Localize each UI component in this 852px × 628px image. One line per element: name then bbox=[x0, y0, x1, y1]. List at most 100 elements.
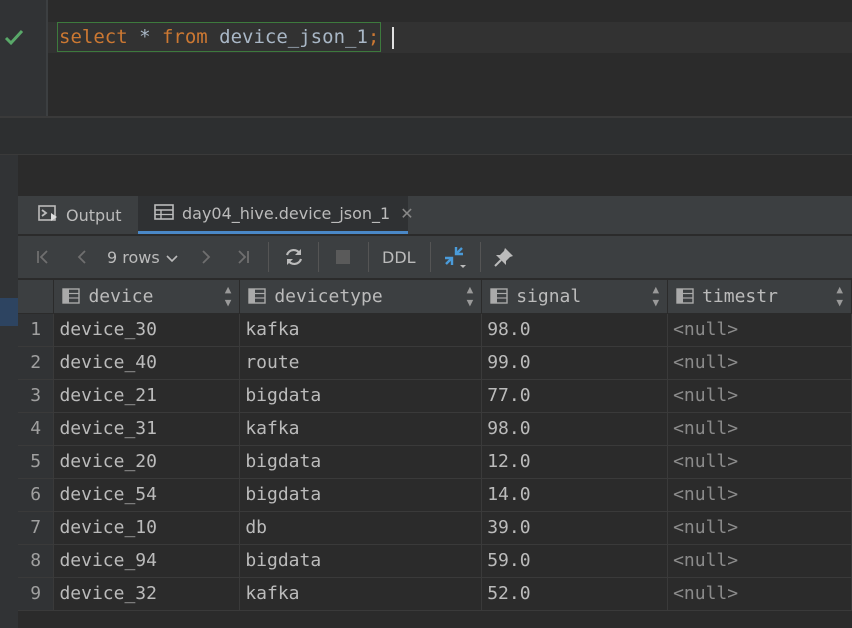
cell-timestr[interactable]: <null> bbox=[667, 346, 852, 380]
toolbar-divider bbox=[318, 242, 319, 272]
table-row[interactable]: 5 device_20 bigdata 12.0 <null> bbox=[18, 445, 852, 479]
stop-icon[interactable] bbox=[330, 240, 356, 274]
table-row[interactable]: 3 device_21 bigdata 77.0 <null> bbox=[18, 379, 852, 413]
cell-devicetype[interactable]: kafka bbox=[239, 313, 483, 347]
cell-device[interactable]: device_20 bbox=[53, 445, 241, 479]
compare-icon[interactable] bbox=[441, 240, 469, 274]
cell-timestr[interactable]: <null> bbox=[667, 478, 852, 512]
cell-timestr[interactable]: <null> bbox=[667, 445, 852, 479]
row-number[interactable]: 7 bbox=[18, 511, 55, 545]
cell-devicetype[interactable]: db bbox=[239, 511, 483, 545]
column-icon bbox=[676, 288, 694, 304]
column-icon bbox=[248, 288, 267, 304]
column-icon bbox=[490, 288, 508, 304]
last-page-icon[interactable] bbox=[230, 240, 256, 274]
cell-timestr[interactable]: <null> bbox=[667, 511, 852, 545]
row-number[interactable]: 9 bbox=[18, 577, 55, 611]
cell-device[interactable]: device_10 bbox=[53, 511, 241, 545]
ddl-button[interactable]: DDL bbox=[382, 240, 416, 274]
cell-signal[interactable]: 59.0 bbox=[481, 544, 669, 578]
cell-signal[interactable]: 14.0 bbox=[481, 478, 669, 512]
row-count-dropdown[interactable]: 9 rows bbox=[107, 240, 178, 274]
previous-page-icon[interactable] bbox=[70, 240, 94, 274]
cell-signal[interactable]: 77.0 bbox=[481, 379, 669, 413]
close-icon[interactable]: ✕ bbox=[400, 204, 413, 223]
editor-gutter bbox=[0, 0, 46, 116]
cell-devicetype[interactable]: bigdata bbox=[239, 544, 483, 578]
column-header-devicetype[interactable]: devicetype ▲ ▼ bbox=[239, 280, 483, 314]
table-row[interactable]: 9 device_32 kafka 52.0 <null> bbox=[18, 577, 852, 611]
left-strip-marker bbox=[0, 298, 18, 326]
cell-signal[interactable]: 52.0 bbox=[481, 577, 669, 611]
row-number[interactable]: 1 bbox=[18, 313, 55, 347]
cell-devicetype[interactable]: bigdata bbox=[239, 445, 483, 479]
sql-query-text[interactable]: select * from device_json_1; bbox=[57, 22, 382, 52]
row-number[interactable]: 3 bbox=[18, 379, 55, 413]
column-header-device[interactable]: device ▲ ▼ bbox=[53, 280, 241, 314]
table-row[interactable]: 7 device_10 db 39.0 <null> bbox=[18, 511, 852, 545]
next-page-icon[interactable] bbox=[194, 240, 218, 274]
table-row[interactable]: 4 device_31 kafka 98.0 <null> bbox=[18, 412, 852, 446]
tab-result-table[interactable]: day04_hive.device_json_1 ✕ bbox=[138, 196, 414, 234]
column-header-label: signal bbox=[516, 285, 582, 307]
sort-icon[interactable]: ▲ ▼ bbox=[652, 283, 659, 309]
first-page-icon[interactable] bbox=[30, 240, 56, 274]
keyword-select: select bbox=[59, 26, 128, 48]
cell-device[interactable]: device_30 bbox=[53, 313, 241, 347]
text-cursor bbox=[392, 27, 394, 49]
pin-icon[interactable] bbox=[490, 240, 518, 274]
cell-devicetype[interactable]: kafka bbox=[239, 412, 483, 446]
column-header-timestr[interactable]: timestr ▲ ▼ bbox=[667, 280, 852, 314]
cell-signal[interactable]: 98.0 bbox=[481, 313, 669, 347]
cell-signal[interactable]: 12.0 bbox=[481, 445, 669, 479]
cell-device[interactable]: device_21 bbox=[53, 379, 241, 413]
cell-device[interactable]: device_32 bbox=[53, 577, 241, 611]
cell-signal[interactable]: 98.0 bbox=[481, 412, 669, 446]
checkmark-icon bbox=[4, 26, 24, 48]
row-number[interactable]: 2 bbox=[18, 346, 55, 380]
results-grid[interactable]: device ▲ ▼ devicetype ▲ ▼ signal ▲ ▼ timest… bbox=[18, 280, 852, 611]
row-count-label: 9 rows bbox=[107, 247, 160, 267]
cell-timestr[interactable]: <null> bbox=[667, 379, 852, 413]
column-header-label: devicetype bbox=[274, 285, 383, 307]
sort-icon[interactable]: ▲ ▼ bbox=[467, 283, 474, 309]
star-token: * bbox=[127, 26, 162, 48]
cell-timestr[interactable]: <null> bbox=[667, 577, 852, 611]
cell-devicetype[interactable]: route bbox=[239, 346, 483, 380]
sort-icon[interactable]: ▲ ▼ bbox=[836, 283, 843, 309]
cell-signal[interactable]: 39.0 bbox=[481, 511, 669, 545]
cell-devicetype[interactable]: kafka bbox=[239, 577, 483, 611]
row-number[interactable]: 4 bbox=[18, 412, 55, 446]
cell-devicetype[interactable]: bigdata bbox=[239, 379, 483, 413]
row-number[interactable]: 6 bbox=[18, 478, 55, 512]
column-icon bbox=[62, 288, 81, 304]
sort-icon[interactable]: ▲ ▼ bbox=[225, 283, 232, 309]
cell-devicetype[interactable]: bigdata bbox=[239, 478, 483, 512]
table-row[interactable]: 1 device_30 kafka 98.0 <null> bbox=[18, 313, 852, 347]
column-header-label: device bbox=[88, 285, 154, 307]
cell-signal[interactable]: 99.0 bbox=[481, 346, 669, 380]
toolbar-divider bbox=[368, 242, 369, 272]
toolbar-divider bbox=[430, 242, 431, 272]
left-tool-strip bbox=[0, 155, 18, 628]
splitter[interactable] bbox=[0, 118, 852, 156]
sql-editor[interactable] bbox=[0, 0, 852, 116]
cell-device[interactable]: device_54 bbox=[53, 478, 241, 512]
cell-device[interactable]: device_94 bbox=[53, 544, 241, 578]
table-row[interactable]: 8 device_94 bigdata 59.0 <null> bbox=[18, 544, 852, 578]
cell-timestr[interactable]: <null> bbox=[667, 313, 852, 347]
gutter-divider bbox=[46, 0, 48, 116]
tab-output[interactable]: Output bbox=[38, 196, 122, 234]
tab-result-label: day04_hive.device_json_1 bbox=[182, 204, 391, 223]
row-number[interactable]: 8 bbox=[18, 544, 55, 578]
table-row[interactable]: 6 device_54 bigdata 14.0 <null> bbox=[18, 478, 852, 512]
semicolon-token: ; bbox=[367, 26, 380, 48]
cell-device[interactable]: device_40 bbox=[53, 346, 241, 380]
table-row[interactable]: 2 device_40 route 99.0 <null> bbox=[18, 346, 852, 380]
cell-timestr[interactable]: <null> bbox=[667, 544, 852, 578]
cell-device[interactable]: device_31 bbox=[53, 412, 241, 446]
column-header-signal[interactable]: signal ▲ ▼ bbox=[481, 280, 669, 314]
refresh-icon[interactable] bbox=[280, 240, 308, 274]
row-number[interactable]: 5 bbox=[18, 445, 55, 479]
cell-timestr[interactable]: <null> bbox=[667, 412, 852, 446]
